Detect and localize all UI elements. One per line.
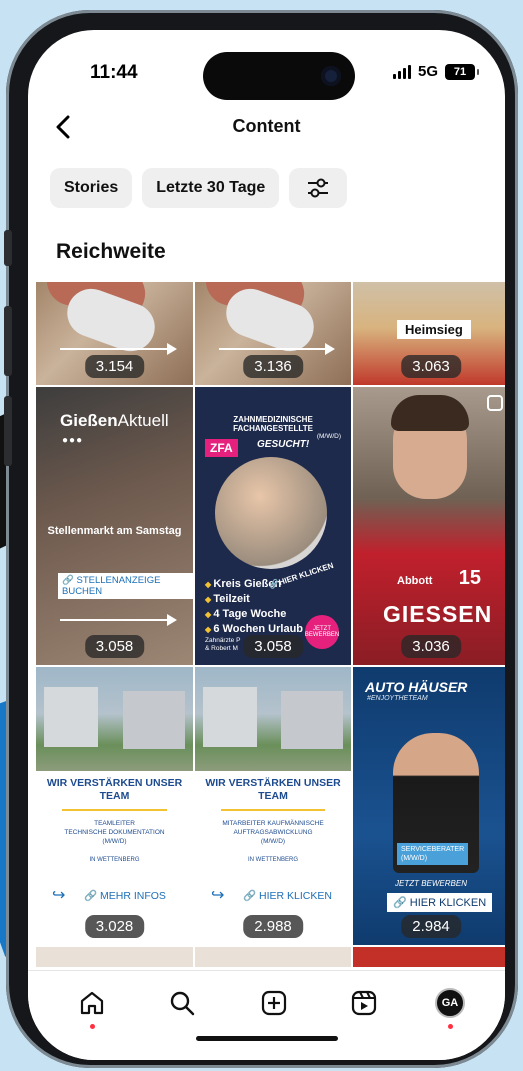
story-cta-pre: JETZT BEWERBEN [394, 879, 467, 888]
link-icon: 🔗 [243, 890, 257, 902]
tab-home[interactable] [74, 985, 110, 1029]
player-hair [391, 395, 469, 431]
status-time: 11:44 [90, 62, 138, 83]
reach-count: 3.058 [243, 635, 303, 658]
volume-down-button [4, 396, 12, 466]
plus-square-icon [261, 990, 287, 1016]
story-tile[interactable]: Abbott 15 GIESSEN 3.036 [353, 387, 505, 665]
notification-dot [448, 1024, 453, 1029]
story-footer: Zahnärzte P & Robert M [205, 637, 241, 652]
filter-period[interactable]: Letzte 30 Tage [142, 168, 280, 208]
story-tile[interactable] [36, 947, 193, 967]
filter-chips: Stories Letzte 30 Tage [50, 168, 348, 208]
avatar: GA [435, 988, 465, 1018]
brand-logo: GießenAktuell [60, 411, 169, 430]
jersey-sponsor: Abbott [397, 575, 433, 587]
story-link: 🔗 HIER KLICKEN [387, 893, 493, 912]
reach-count: 2.984 [401, 915, 461, 938]
tab-create[interactable] [256, 985, 292, 1021]
home-icon [80, 991, 104, 1015]
story-headline: WIR VERSTÄRKEN UNSER TEAM [46, 777, 183, 802]
screen: 11:44 5G 71 Content Stories Letzte 30 Ta… [28, 30, 505, 1060]
story-tile[interactable]: 3.136 [195, 282, 351, 385]
reach-count: 3.136 [243, 355, 303, 378]
story-photo [195, 667, 351, 771]
story-location: IN WETTENBERG [247, 857, 298, 863]
reach-count: 3.028 [84, 915, 145, 938]
filter-settings-button[interactable] [289, 168, 348, 208]
divider [62, 809, 167, 811]
notification-dot [90, 1024, 95, 1029]
reels-icon [351, 990, 377, 1016]
section-title: Reichweite [56, 240, 166, 263]
story-cta-badge: JETZT BEWERBEN [305, 615, 339, 649]
story-tile[interactable]: WIR VERSTÄRKEN UNSER TEAM TEAMLEITER TEC… [36, 667, 193, 945]
curved-arrow-icon: ↪ [211, 887, 225, 904]
link-icon: 🔗 [62, 575, 74, 586]
dynamic-island [203, 52, 355, 100]
battery-level: 71 [453, 65, 467, 78]
story-gender: (M/W/D) [316, 433, 341, 440]
brand-logo: AUTO HÄUSER [365, 679, 468, 695]
jersey-name: GIESSEN [383, 601, 493, 627]
jersey-number: 15 [458, 567, 481, 589]
story-badge: ZFA [205, 439, 238, 457]
search-icon [170, 991, 195, 1016]
battery-icon: 71 [445, 63, 479, 80]
mute-switch [4, 230, 12, 266]
network-label: 5G [417, 63, 438, 80]
story-photo [36, 667, 193, 771]
story-tile[interactable] [195, 947, 351, 967]
story-role: SERVICEBERATER (M/W/D) [397, 843, 469, 865]
tab-bar: GA [28, 970, 505, 1060]
story-link: 🔗 MEHR INFOS [84, 890, 166, 902]
tab-profile[interactable]: GA [432, 985, 468, 1029]
divider [221, 809, 325, 811]
story-label: Heimsieg [397, 320, 471, 339]
reach-count: 3.154 [84, 355, 145, 378]
logo-dots-icon: ●●● [62, 435, 84, 446]
content-grid: 3.154 3.136 Heimsieg 3.063 GießenAktuell… [36, 282, 505, 967]
story-link: 🔗 HIER KLICKEN [243, 890, 332, 902]
filter-content-type[interactable]: Stories [50, 168, 133, 208]
link-icon: 🔗 [393, 897, 407, 909]
story-tile[interactable] [353, 947, 505, 967]
story-tile[interactable]: WIR VERSTÄRKEN UNSER TEAM MITARBEITER KA… [195, 667, 351, 945]
camera-icon [321, 66, 341, 86]
home-indicator [196, 1036, 338, 1041]
story-role: TEAMLEITER TECHNISCHE DOKUMENTATION (M/W… [64, 820, 165, 845]
signal-icon [392, 64, 411, 79]
status-indicators: 5G 71 [392, 63, 479, 80]
sliders-icon [308, 178, 329, 198]
volume-up-button [4, 306, 12, 376]
story-photo [215, 457, 327, 569]
story-headline: WIR VERSTÄRKEN UNSER TEAM [205, 777, 341, 802]
story-text: Stellenmarkt am Samstag [47, 525, 182, 537]
story-benefits: Kreis Gießen Teilzeit 4 Tage Woche 6 Woc… [205, 577, 303, 637]
story-tile[interactable]: Heimsieg 3.063 [353, 282, 505, 385]
story-tile[interactable]: AUTO HÄUSER #ENJOYTHETEAM SERVICEBERATER… [353, 667, 505, 945]
story-gesucht: GESUCHT! [257, 439, 310, 450]
tab-reels[interactable] [346, 985, 382, 1021]
story-tile[interactable]: GießenAktuell ●●● Stellenmarkt am Samsta… [36, 387, 193, 665]
phone-frame: 11:44 5G 71 Content Stories Letzte 30 Ta… [4, 10, 518, 1068]
story-tile[interactable]: 3.154 [36, 282, 193, 385]
story-role: MITARBEITER KAUFMÄNNISCHE AUFTRAGSABWICK… [222, 820, 324, 845]
reach-count: 2.988 [243, 915, 303, 938]
reach-count: 3.058 [84, 635, 145, 658]
story-link: 🔗 STELLENANZEIGE BUCHEN [58, 573, 193, 599]
reach-count: 3.063 [401, 355, 461, 378]
story-location: IN WETTENBERG [89, 857, 140, 863]
reach-count: 3.036 [401, 635, 461, 658]
curved-arrow-icon: ↪ [52, 887, 66, 904]
link-icon: 🔗 [84, 890, 98, 902]
tab-search[interactable] [164, 985, 200, 1021]
story-headline: ZAHNMEDIZINISCHE FACHANGESTELLTE [233, 415, 313, 433]
story-tile[interactable]: ZAHNMEDIZINISCHE FACHANGESTELLTE (M/W/D)… [195, 387, 351, 665]
page-title: Content [232, 116, 301, 136]
instagram-icon [487, 395, 503, 411]
brand-tagline: #ENJOYTHETEAM [367, 695, 428, 702]
